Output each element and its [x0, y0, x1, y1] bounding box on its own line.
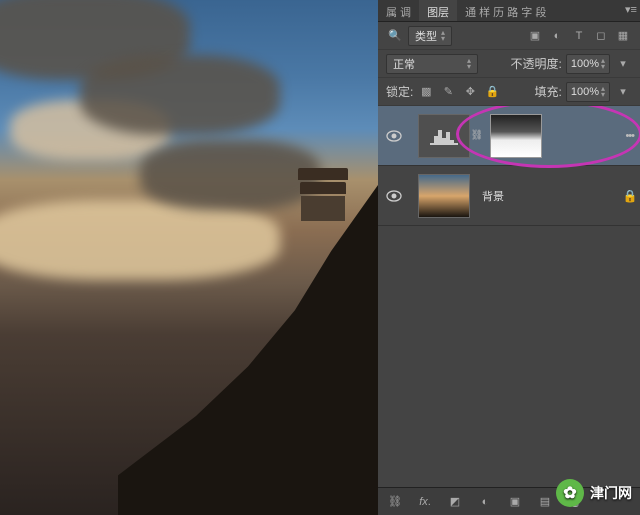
- tab-layers[interactable]: 图层: [419, 0, 457, 21]
- dropdown-arrows-icon: ▴▾: [441, 30, 445, 42]
- filter-smart-icon[interactable]: ▦: [614, 27, 632, 45]
- adjustment-icon[interactable]: ◐: [476, 493, 494, 511]
- fill-scrub-icon[interactable]: ▾: [614, 83, 632, 101]
- lock-all-icon[interactable]: 🔒: [483, 83, 501, 101]
- lock-transparent-icon[interactable]: ▩: [417, 83, 435, 101]
- layer-name[interactable]: 背景: [478, 188, 620, 204]
- opacity-input[interactable]: 100% ▴▾: [566, 54, 610, 74]
- opacity-value: 100%: [571, 58, 599, 70]
- panel-menu-icon[interactable]: ▾≡: [622, 0, 640, 18]
- watermark-text: 津门网: [590, 483, 632, 503]
- visibility-toggle[interactable]: [378, 190, 410, 202]
- filter-image-icon[interactable]: ▣: [526, 27, 544, 45]
- lock-icon[interactable]: 🔒: [620, 189, 640, 203]
- search-icon: 🔍: [386, 27, 404, 45]
- filter-type-icon[interactable]: T: [570, 27, 588, 45]
- blend-row: 正常 ▴▾ 不透明度: 100% ▴▾ ▾: [378, 50, 640, 78]
- dropdown-arrows-icon: ▴▾: [601, 86, 605, 98]
- opacity-scrub-icon[interactable]: ▾: [614, 55, 632, 73]
- lock-paint-icon[interactable]: ✎: [439, 83, 457, 101]
- layer-thumbnail[interactable]: [418, 174, 470, 218]
- levels-icon: [430, 126, 458, 146]
- visibility-toggle[interactable]: [378, 130, 410, 142]
- dropdown-arrows-icon: ▴▾: [467, 58, 471, 70]
- link-layers-icon[interactable]: ⛓: [386, 493, 404, 511]
- layer-row-adjustment[interactable]: ⛓ •••: [378, 106, 640, 166]
- eye-icon: [386, 130, 402, 142]
- panel-tabs: 属 调 图层 通 样 历 路 字 段 ▾≡: [378, 0, 640, 22]
- filter-type-dropdown[interactable]: 类型 ▴▾: [408, 26, 452, 46]
- layers-panel: 属 调 图层 通 样 历 路 字 段 ▾≡ 🔍 类型 ▴▾ ▣ ◐ T ◻ ▦ …: [378, 0, 640, 515]
- layer-options-icon[interactable]: •••: [625, 130, 634, 142]
- filter-type-label: 类型: [415, 28, 437, 44]
- tab-rest[interactable]: 通 样 历 路 字 段: [457, 0, 554, 21]
- filter-shape-icon[interactable]: ◻: [592, 27, 610, 45]
- wechat-icon: ✿: [556, 479, 584, 507]
- layer-mask-thumbnail[interactable]: [490, 114, 542, 158]
- watermark: ✿ 津门网: [556, 479, 632, 507]
- document-canvas[interactable]: [0, 0, 378, 515]
- fx-icon[interactable]: fx.: [416, 493, 434, 511]
- lock-label: 锁定:: [386, 83, 413, 100]
- building-silhouette: [298, 168, 358, 218]
- fill-label: 填充:: [535, 83, 562, 100]
- adjustment-thumbnail[interactable]: [418, 114, 470, 158]
- link-icon[interactable]: ⛓: [470, 130, 484, 141]
- mask-icon[interactable]: ◩: [446, 493, 464, 511]
- layer-filter-row: 🔍 类型 ▴▾ ▣ ◐ T ◻ ▦: [378, 22, 640, 50]
- blend-mode-dropdown[interactable]: 正常 ▴▾: [386, 54, 478, 74]
- blend-mode-value: 正常: [393, 56, 415, 72]
- layers-list: ⛓ ••• 背景 🔒: [378, 106, 640, 487]
- lock-position-icon[interactable]: ✥: [461, 83, 479, 101]
- fill-input[interactable]: 100% ▴▾: [566, 82, 610, 102]
- eye-icon: [386, 190, 402, 202]
- lock-row: 锁定: ▩ ✎ ✥ 🔒 填充: 100% ▴▾ ▾: [378, 78, 640, 106]
- group-icon[interactable]: ▣: [506, 493, 524, 511]
- new-layer-icon[interactable]: ▤: [536, 493, 554, 511]
- tab-properties[interactable]: 属 调: [378, 0, 419, 21]
- opacity-label: 不透明度:: [511, 55, 562, 72]
- dropdown-arrows-icon: ▴▾: [601, 58, 605, 70]
- filter-adjust-icon[interactable]: ◐: [548, 27, 566, 45]
- fill-value: 100%: [571, 86, 599, 98]
- layer-row-background[interactable]: 背景 🔒: [378, 166, 640, 226]
